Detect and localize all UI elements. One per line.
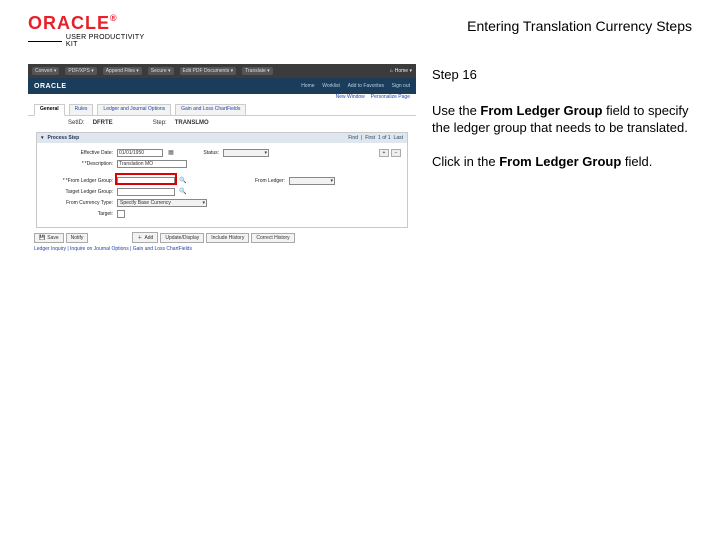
add-button[interactable]: ＋Add [132, 232, 158, 243]
target-ledger-group-label: Target Ledger Group: [43, 189, 113, 195]
upk-text: USER PRODUCTIVITY KIT [66, 34, 158, 48]
status-label: Status: [179, 150, 219, 156]
tool-count: 1 of 1 [378, 135, 391, 141]
toolbar-secure[interactable]: Secure ▾ [148, 67, 174, 75]
brand-favorites[interactable]: Add to Favorites [348, 83, 384, 89]
instruction-paragraph-2: Click in the From Ledger Group field. [432, 153, 692, 171]
brand-home[interactable]: Home [301, 83, 314, 89]
field-name-2: From Ledger Group [499, 154, 621, 169]
eff-date-input[interactable]: 01/01/1950 [117, 149, 163, 157]
tool-first[interactable]: First [365, 135, 375, 141]
save-icon: 💾 [39, 235, 45, 241]
content-row: Convert ▾ PDF/XPS ▾ Append Files ▾ Secur… [0, 56, 720, 274]
brand-signout[interactable]: Sign out [392, 83, 410, 89]
from-currency-type-label: From Currency Type: [43, 200, 113, 206]
lookup-icon[interactable]: 🔍 [179, 177, 187, 185]
app-brand-links: Home Worklist Add to Favorites Sign out [295, 83, 410, 89]
step-label: Step: [153, 120, 167, 126]
pdf-toolbar: Convert ▾ PDF/XPS ▾ Append Files ▾ Secur… [28, 64, 416, 78]
description-input[interactable]: Translation MO [117, 160, 187, 168]
tool-last[interactable]: Last [394, 135, 403, 141]
button-bar: 💾Save Notify ＋Add Update/Display Include… [28, 230, 416, 245]
tab-general[interactable]: General [34, 104, 65, 116]
toolbar-convert[interactable]: Convert ▾ [32, 67, 59, 75]
toolbar-home[interactable]: ⌂ Home ▾ [390, 68, 412, 74]
notify-button[interactable]: Notify [66, 233, 89, 243]
toolbar-append[interactable]: Append Files ▾ [103, 67, 142, 75]
header: ORACLE® USER PRODUCTIVITY KIT Entering T… [0, 0, 720, 56]
step-value: TRANSLMO [175, 120, 209, 126]
target-label: Target: [43, 211, 113, 217]
link-new-window[interactable]: New Window [336, 94, 365, 104]
tool-find[interactable]: Find [348, 135, 358, 141]
setid-value: DFRTE [93, 120, 113, 126]
app-sublinks: New Window Personalize Page [28, 94, 416, 104]
page-title: Entering Translation Currency Steps [467, 14, 692, 34]
include-history-button[interactable]: Include History [206, 233, 249, 243]
toolbar-translate[interactable]: Translate ▾ [242, 67, 273, 75]
bottom-links[interactable]: Ledger Inquiry | Inquire on Journal Opti… [28, 245, 416, 256]
setid-label: SetID: [68, 120, 85, 126]
instruction-paragraph-1: Use the From Ledger Group field to speci… [432, 102, 692, 137]
app-brand-bar: ORACLE Home Worklist Add to Favorites Si… [28, 78, 416, 94]
process-step-section: ▾ Process Step Find | First 1 of 1 Last … [36, 132, 408, 228]
brand-worklist[interactable]: Worklist [322, 83, 340, 89]
from-ledger-group-input[interactable] [117, 177, 175, 185]
logo-area: ORACLE® USER PRODUCTIVITY KIT [28, 14, 158, 48]
calendar-icon[interactable]: ▦ [167, 149, 175, 157]
home-label: Home ▾ [395, 68, 412, 74]
row-add-button[interactable]: + [379, 149, 389, 157]
from-ledger-label: From Ledger: [235, 178, 285, 184]
status-select[interactable] [223, 149, 269, 157]
section-title: Process Step [48, 135, 80, 141]
row-del-button[interactable]: − [391, 149, 401, 157]
section-title-bar: ▾ Process Step Find | First 1 of 1 Last [37, 133, 407, 143]
logo-reg: ® [110, 13, 118, 23]
target-checkbox[interactable] [117, 210, 125, 218]
step-number: Step 16 [432, 66, 692, 84]
eff-date-label: Effective Date: [43, 150, 113, 156]
lookup-icon-2[interactable]: 🔍 [179, 188, 187, 196]
update-display-button[interactable]: Update/Display [160, 233, 204, 243]
tab-gain-loss[interactable]: Gain and Loss ChartFields [175, 104, 246, 115]
section-tools: Find | First 1 of 1 Last [348, 135, 403, 141]
description-label: *Description: [43, 161, 113, 167]
toolbar-pdfxps[interactable]: PDF/XPS ▾ [65, 67, 96, 75]
toolbar-edit[interactable]: Edit PDF Documents ▾ [180, 67, 237, 75]
from-ledger-group-label: *From Ledger Group: [43, 178, 113, 184]
save-button[interactable]: 💾Save [34, 233, 64, 243]
correct-history-button[interactable]: Correct History [251, 233, 294, 243]
upk-divider [28, 41, 62, 42]
logo-text: ORACLE [28, 13, 110, 33]
app-brand: ORACLE [34, 83, 67, 90]
field-name-1: From Ledger Group [480, 103, 602, 118]
oracle-logo: ORACLE® [28, 14, 158, 32]
tab-bar: General Rules Ledger and Journal Options… [28, 104, 416, 116]
tab-ledger-options[interactable]: Ledger and Journal Options [97, 104, 171, 115]
from-currency-type-select[interactable]: Specify Base Currency [117, 199, 207, 207]
target-ledger-group-input[interactable] [117, 188, 175, 196]
section-body: Effective Date: 01/01/1950 ▦ Status: + −… [37, 143, 407, 227]
link-personalize[interactable]: Personalize Page [371, 94, 410, 104]
collapse-icon[interactable]: ▾ [41, 135, 44, 141]
instruction-panel: Step 16 Use the From Ledger Group field … [432, 64, 692, 274]
plus-icon: ＋ [137, 234, 142, 241]
id-row: SetID: DFRTE Step: TRANSLMO [28, 116, 416, 130]
home-icon: ⌂ [390, 68, 393, 74]
upk-line: USER PRODUCTIVITY KIT [28, 34, 158, 48]
from-ledger-select[interactable] [289, 177, 335, 185]
embedded-screenshot: Convert ▾ PDF/XPS ▾ Append Files ▾ Secur… [28, 64, 416, 274]
tab-rules[interactable]: Rules [69, 104, 94, 115]
